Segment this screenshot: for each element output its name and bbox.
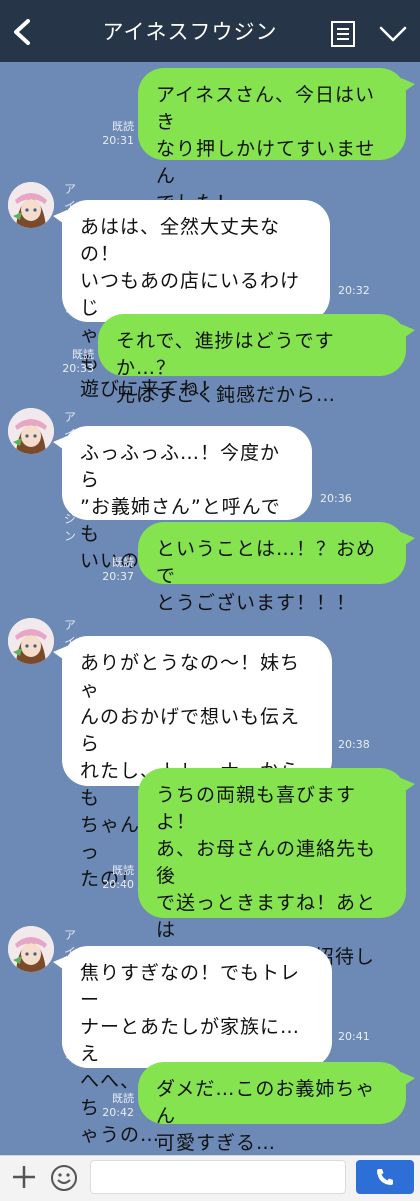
message-meta: 既読 20:31 — [96, 120, 134, 148]
message-bubble[interactable]: それで、進捗はどうですか…？ 兄はすごく鈍感だから… — [98, 314, 415, 406]
chat-title: アイネスフウジン — [102, 20, 278, 44]
avatar-image — [8, 182, 54, 228]
message-meta: 既読 20:42 — [96, 1092, 134, 1120]
read-receipt: 既読 — [112, 1092, 134, 1105]
plus-icon[interactable] — [10, 1163, 38, 1191]
avatar[interactable] — [8, 408, 54, 454]
timestamp: 20:40 — [102, 878, 134, 891]
avatar-image — [8, 926, 54, 972]
timestamp: 20:33 — [62, 362, 94, 375]
message-meta: 既読 20:37 — [96, 556, 134, 584]
avatar[interactable] — [8, 182, 54, 228]
call-button[interactable] — [356, 1160, 414, 1194]
message-bubble[interactable]: ありがとうなの〜！妹ちゃ んのおかげで想いも伝えら れたし、トレーナーからも ち… — [53, 636, 332, 890]
avatar-image — [8, 408, 54, 454]
message-meta: 既読 20:33 — [56, 348, 94, 376]
timestamp: 20:38 — [338, 738, 370, 751]
chat-header: アイネスフウジン — [0, 0, 420, 62]
message-bubble[interactable]: 焦りすぎなの！でもトレー ナーとあたしが家族に…え へへ、自然と顔がにやけち ゃ… — [53, 946, 332, 1146]
read-receipt: 既読 — [112, 556, 134, 569]
message-list[interactable]: アイネスさん、今日はいき なり押しかけてすいません でした！ 既読 20:31 … — [0, 62, 420, 1155]
message-bubble[interactable]: ということは…！？おめで とうございます！！！ — [138, 522, 415, 614]
menu-icon[interactable] — [330, 20, 356, 48]
timestamp: 20:32 — [338, 284, 370, 297]
avatar[interactable] — [8, 926, 54, 972]
message-bubble[interactable]: あはは、全然大丈夫なの！ いつもあの店にいるわけじ ゃないけど、またいつでも 遊… — [53, 200, 330, 400]
emoji-icon[interactable] — [50, 1164, 78, 1192]
message-input[interactable] — [90, 1160, 346, 1194]
timestamp: 20:36 — [320, 492, 352, 505]
read-receipt: 既読 — [112, 864, 134, 877]
avatar[interactable] — [8, 618, 54, 664]
avatar-image — [8, 618, 54, 664]
timestamp: 20:31 — [102, 134, 134, 147]
read-receipt: 既読 — [112, 120, 134, 133]
phone-icon — [377, 1169, 393, 1185]
message-bubble[interactable]: ダメだ…このお義姉ちゃん 可愛すぎる… — [138, 1062, 415, 1154]
message-bubble[interactable]: アイネスさん、今日はいき なり押しかけてすいません でした！ — [138, 68, 415, 214]
read-receipt: 既読 — [72, 348, 94, 361]
timestamp: 20:42 — [102, 1106, 134, 1119]
timestamp: 20:37 — [102, 570, 134, 583]
chevron-down-icon[interactable] — [378, 24, 408, 44]
input-bar — [0, 1155, 420, 1201]
message-bubble[interactable]: うちの両親も喜びますよ！ あ、お母さんの連絡先も後 で送っときますね！あとは 家… — [138, 768, 415, 1022]
message-bubble[interactable]: ふっふっふ…！今度から ”お義姉さん”と呼んでも いいの！ — [53, 426, 312, 572]
timestamp: 20:41 — [338, 1030, 370, 1043]
back-icon[interactable] — [8, 16, 36, 48]
message-meta: 既読 20:40 — [96, 864, 134, 892]
